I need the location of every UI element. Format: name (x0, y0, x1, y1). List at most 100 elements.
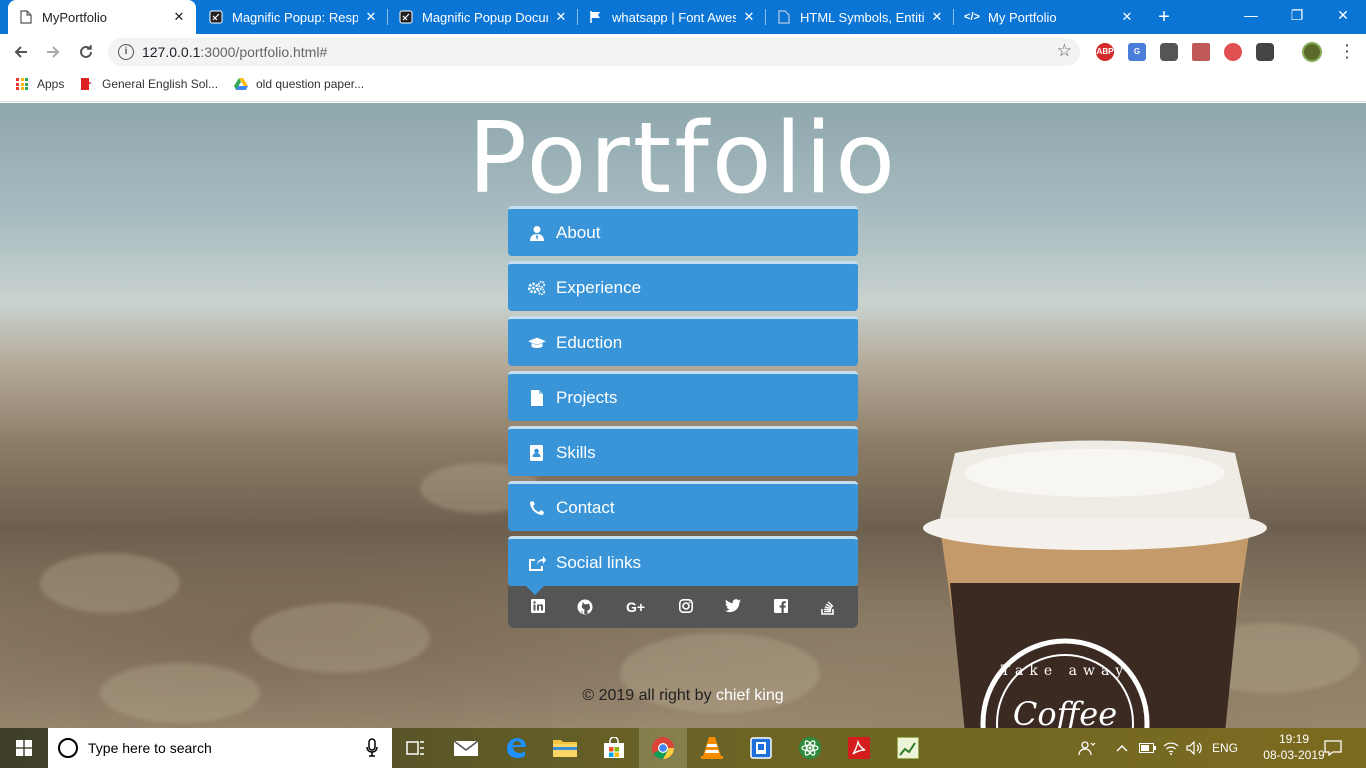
extension-screen-icon[interactable] (1256, 43, 1274, 61)
vlc-button[interactable] (688, 728, 736, 768)
menu-label: Social links (556, 552, 642, 572)
profile-avatar[interactable] (1302, 42, 1322, 62)
tab-title: Magnific Popup Docum (422, 9, 548, 25)
forward-button[interactable] (41, 40, 65, 64)
store-button[interactable] (590, 728, 638, 768)
menu-item-about[interactable]: About (508, 206, 858, 256)
extension-shield-icon[interactable] (1160, 43, 1178, 61)
tab-font-awesome-whatsapp[interactable]: whatsapp | Font Aweso ✕ (578, 0, 766, 34)
file-explorer-button[interactable] (541, 728, 589, 768)
atom-editor-button[interactable] (786, 728, 834, 768)
task-view-button[interactable] (392, 728, 440, 768)
menu-label: Projects (556, 387, 618, 407)
menu-item-experience[interactable]: Experience (508, 261, 858, 311)
tab-magnific-popup-responsive[interactable]: Magnific Popup: Respo ✕ (198, 0, 388, 34)
page-viewport: Take away Coffee Portfolio About Experie… (0, 103, 1366, 728)
back-button[interactable] (9, 40, 33, 64)
wifi-icon[interactable] (1163, 728, 1179, 768)
bookmark-general-english[interactable]: General English Sol... (80, 77, 218, 91)
menu-label: Experience (556, 277, 642, 297)
file-icon (528, 389, 546, 407)
adblock-icon[interactable]: ABP (1096, 43, 1114, 61)
info-icon[interactable]: i (118, 44, 134, 60)
extension-circle-icon[interactable] (1224, 43, 1242, 61)
browser-toolbar: i 127.0.0.1:3000/portfolio.html# ☆ ABP G… (0, 34, 1366, 70)
notifications-icon[interactable] (1324, 728, 1342, 768)
new-tab-button[interactable]: + (1152, 5, 1176, 29)
show-hidden-icons-icon[interactable] (1116, 728, 1128, 768)
menu-label: Contact (556, 497, 615, 517)
tab-html-symbols[interactable]: HTML Symbols, Entities ✕ (766, 0, 954, 34)
bookmark-label: General English Sol... (102, 77, 219, 91)
minimize-button[interactable]: — (1228, 0, 1274, 30)
close-icon[interactable]: ✕ (554, 9, 568, 25)
menu-item-skills[interactable]: Skills (508, 426, 858, 476)
clock-time: 19:19 (1278, 732, 1310, 746)
clock-date: 08-03-2019 (1263, 748, 1325, 762)
menu-item-contact[interactable]: Contact (508, 481, 858, 531)
apps-icon (16, 78, 28, 90)
address-bar[interactable]: i 127.0.0.1:3000/portfolio.html# ☆ (108, 38, 1080, 66)
search-placeholder: Type here to search (88, 740, 212, 756)
taskbar-search[interactable]: Type here to search (48, 728, 392, 768)
user-tie-icon (528, 224, 546, 242)
translate-icon[interactable]: G (1128, 43, 1146, 61)
magnific-icon (208, 9, 224, 25)
close-icon[interactable]: ✕ (930, 9, 944, 25)
tab-title: My Portfolio (988, 9, 1057, 25)
linkedin-icon[interactable] (530, 599, 546, 615)
close-icon[interactable]: ✕ (742, 9, 756, 25)
pdf-icon (848, 737, 870, 759)
bookmark-apps[interactable]: Apps (16, 77, 64, 91)
close-icon[interactable]: ✕ (1120, 9, 1134, 25)
menu-item-education[interactable]: Eduction (508, 316, 858, 366)
volume-icon[interactable] (1186, 728, 1204, 768)
page-footer: © 2019 all right by chief king (0, 687, 1366, 705)
tab-myportfolio[interactable]: MyPortfolio ✕ (8, 0, 196, 34)
share-icon (528, 554, 546, 572)
twitter-icon[interactable] (725, 599, 742, 615)
restore-button[interactable]: ❐ (1274, 0, 1320, 30)
close-icon[interactable]: ✕ (364, 9, 378, 25)
bookmark-star-icon[interactable]: ☆ (1057, 41, 1072, 61)
chrome-button[interactable] (639, 728, 687, 768)
portfolio-menu: About Experience Eduction Projects Skill… (508, 206, 858, 628)
system-clock[interactable]: 19:19 08-03-2019 (1262, 731, 1326, 763)
close-window-button[interactable]: ✕ (1320, 0, 1366, 30)
pdf-extension-icon[interactable] (1192, 43, 1210, 61)
tab-title: HTML Symbols, Entities (800, 9, 924, 25)
menu-item-projects[interactable]: Projects (508, 371, 858, 421)
people-icon[interactable] (1078, 728, 1096, 768)
remote-app-button[interactable] (737, 728, 785, 768)
arrow-left-icon (14, 46, 27, 58)
url-text[interactable]: 127.0.0.1:3000/portfolio.html# (142, 44, 327, 60)
github-icon[interactable] (577, 599, 593, 615)
language-indicator[interactable]: ENG (1212, 728, 1238, 768)
chrome-icon (652, 737, 674, 759)
coffee-cup-image: Take away Coffee (923, 440, 1267, 728)
start-button[interactable] (0, 728, 48, 768)
tab-my-portfolio[interactable]: </> My Portfolio ✕ (954, 0, 1144, 34)
bookmark-old-question-paper[interactable]: old question paper... (234, 77, 364, 91)
url-path: :3000/portfolio.html# (200, 44, 328, 60)
tab-magnific-popup-docs[interactable]: Magnific Popup Docum ✕ (388, 0, 578, 34)
mail-app-button[interactable] (442, 728, 490, 768)
google-plus-icon[interactable]: G+ (625, 599, 647, 615)
arrow-right-icon (47, 46, 60, 58)
mail-icon (454, 740, 478, 756)
menu-item-social-links[interactable]: Social links (508, 536, 858, 586)
edge-browser-button[interactable] (492, 728, 540, 768)
folder-icon (553, 740, 577, 757)
microphone-icon[interactable] (366, 738, 378, 758)
acrobat-button[interactable] (835, 728, 883, 768)
stack-overflow-icon[interactable] (820, 599, 836, 615)
reload-button[interactable] (74, 40, 98, 64)
close-icon[interactable]: ✕ (172, 9, 186, 25)
address-book-icon (528, 444, 546, 462)
instagram-icon[interactable] (678, 599, 694, 615)
spreadsheet-app-button[interactable] (884, 728, 932, 768)
magnific-icon (398, 9, 414, 25)
facebook-icon[interactable] (773, 599, 789, 615)
battery-icon[interactable] (1139, 728, 1157, 768)
chrome-menu-icon[interactable]: ⋮ (1338, 41, 1356, 62)
